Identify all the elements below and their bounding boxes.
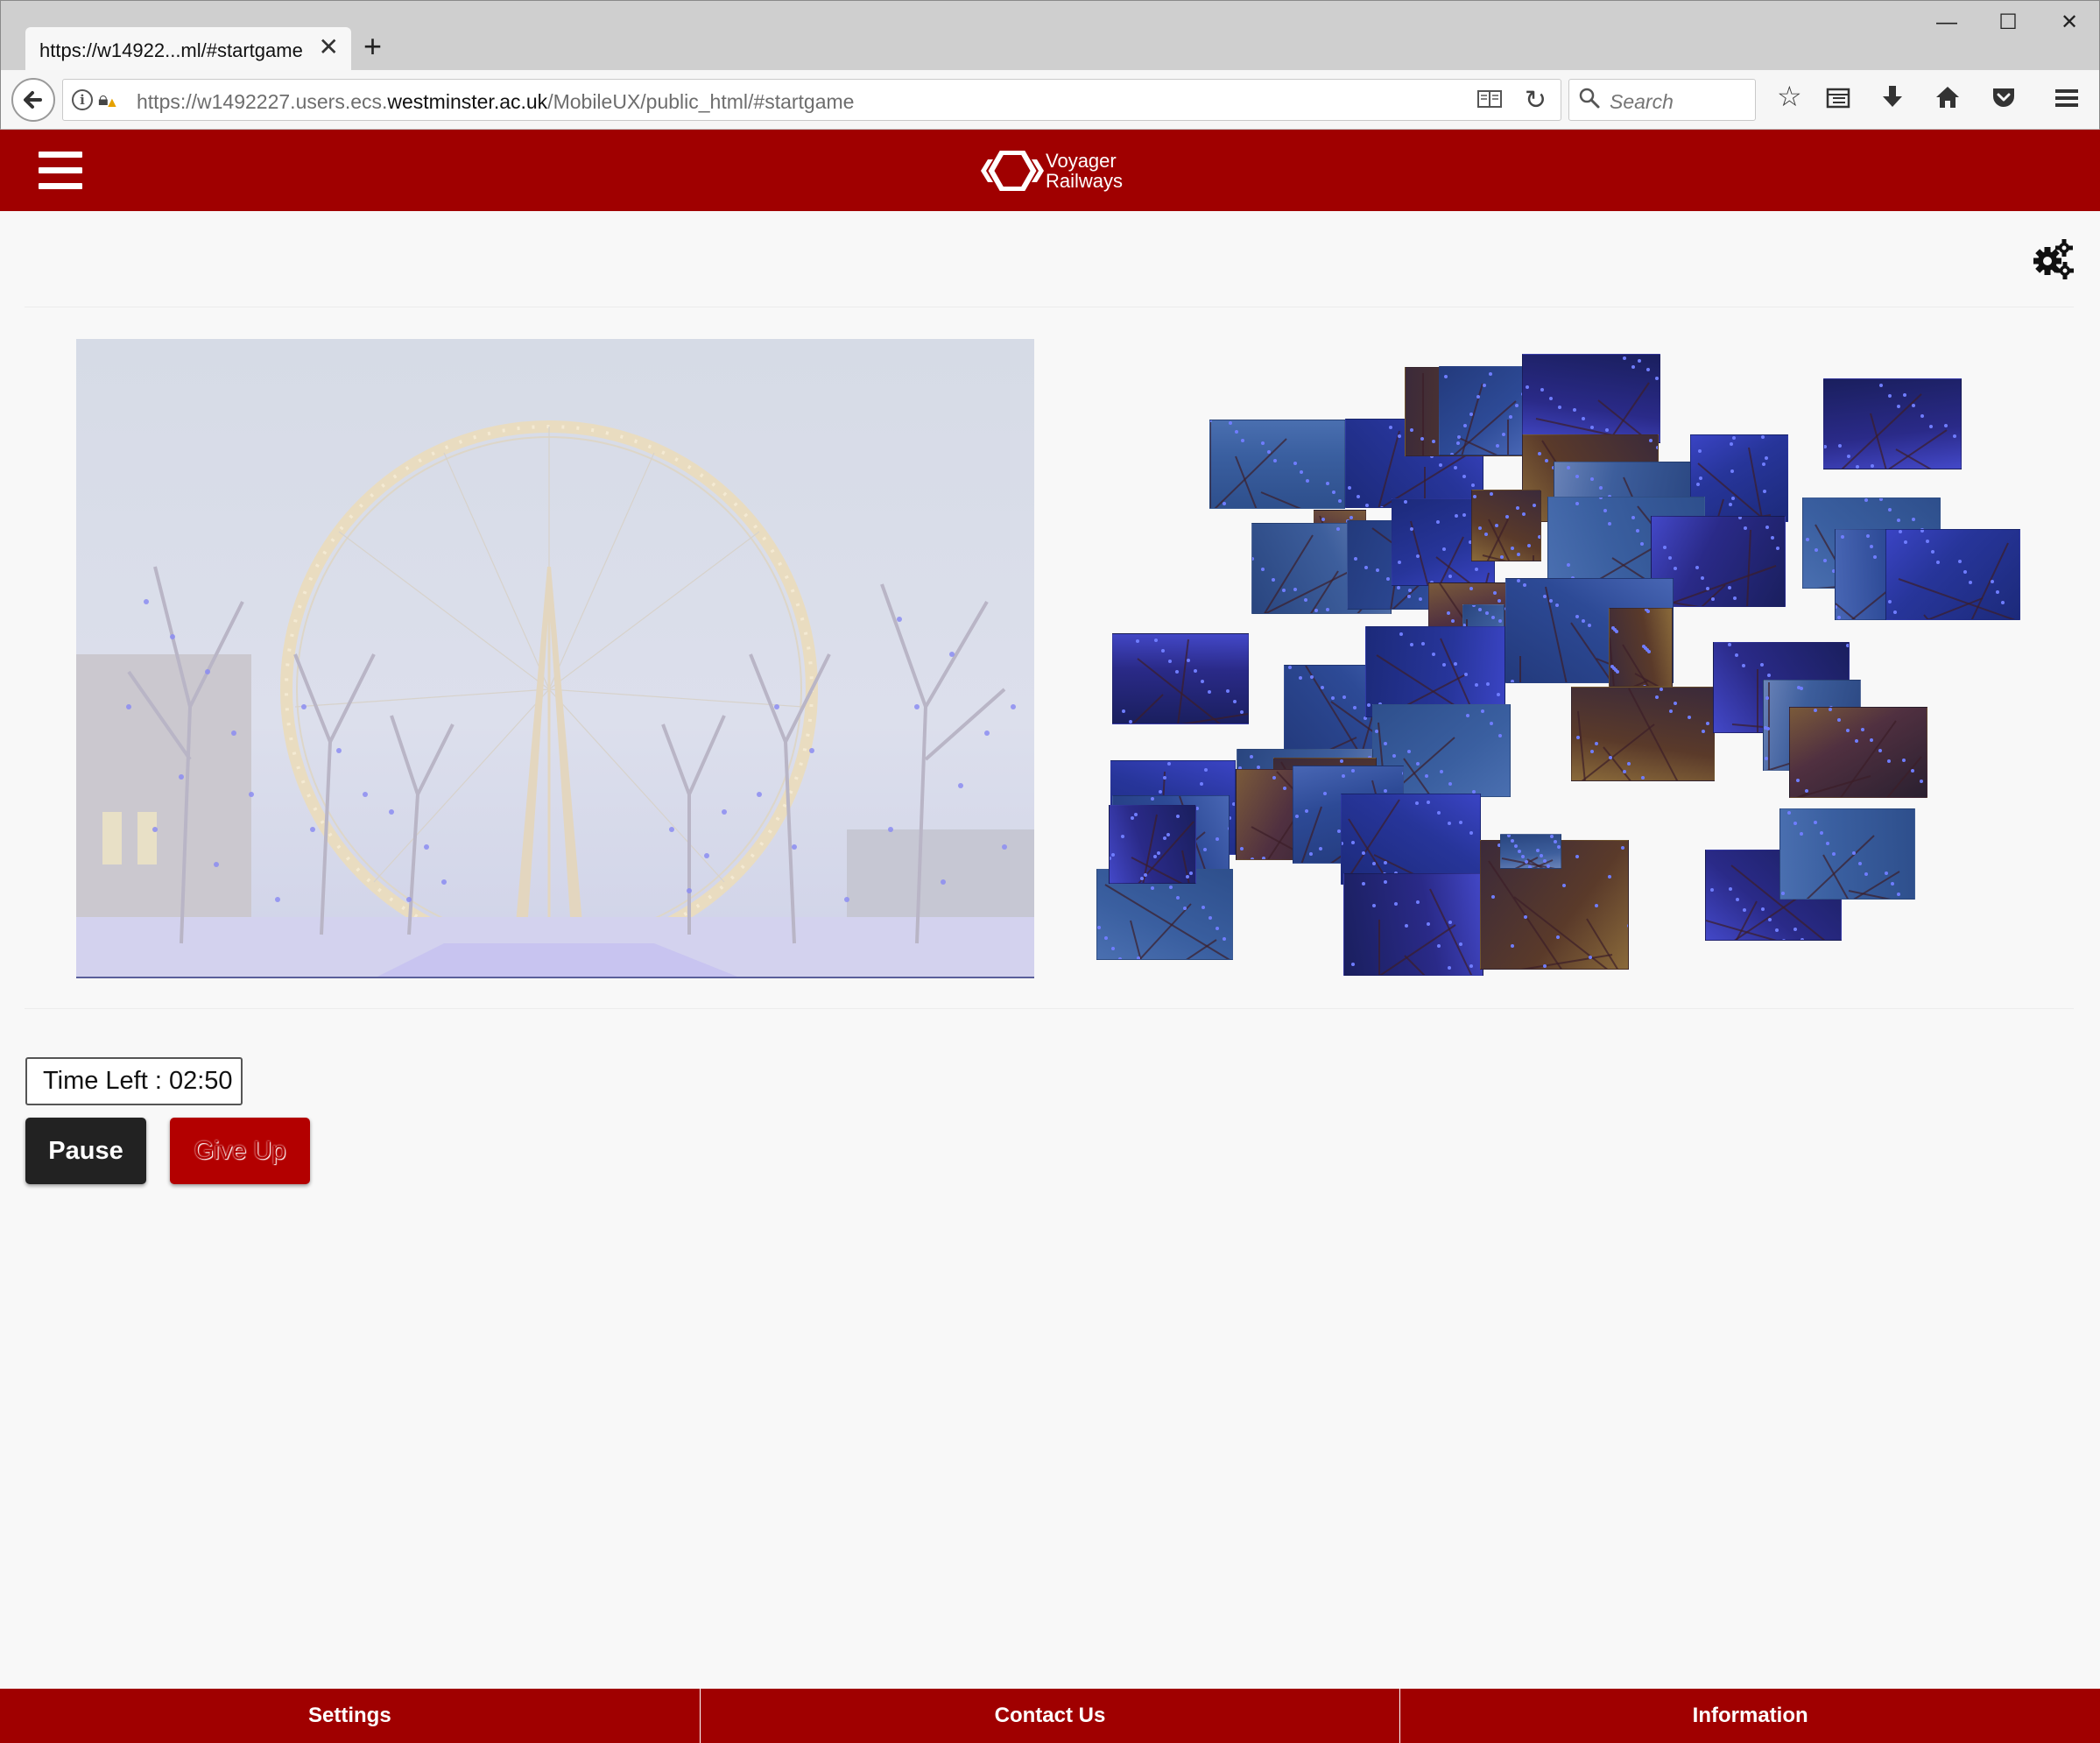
puzzle-piece[interactable] — [1439, 366, 1523, 455]
puzzle-piece[interactable] — [1609, 608, 1673, 687]
reader-view-icon[interactable] — [1476, 88, 1503, 116]
footer-information-link[interactable]: Information — [1400, 1689, 2100, 1743]
give-up-button[interactable]: Give Up — [170, 1118, 310, 1184]
download-icon[interactable] — [1880, 84, 1905, 115]
library-icon[interactable] — [1826, 86, 1850, 115]
reload-icon[interactable]: ↻ — [1525, 85, 1547, 116]
settings-gears-icon[interactable] — [2032, 238, 2074, 280]
brand-line-1: Voyager — [1046, 150, 1117, 172]
logo-mark — [981, 151, 1044, 191]
search-input[interactable] — [1610, 90, 1750, 114]
puzzle-piece[interactable] — [1885, 529, 2020, 620]
site-header: Voyager Railways — [0, 130, 2100, 211]
back-arrow-icon[interactable] — [11, 78, 55, 122]
home-icon[interactable] — [1934, 84, 1961, 115]
url-prefix: https://w1492227.users.ecs. — [137, 90, 388, 113]
puzzle-piece[interactable] — [1500, 834, 1561, 869]
puzzle-piece[interactable] — [1471, 490, 1541, 561]
url-bar[interactable]: i 🔒︎ ▲ https://w1492227.users.ecs.westmi… — [62, 79, 1561, 121]
url-text[interactable]: https://w1492227.users.ecs.westminster.a… — [137, 90, 854, 114]
site-footer: Settings Contact Us Information — [0, 1689, 2100, 1743]
puzzle-piece[interactable] — [1112, 633, 1249, 724]
info-icon[interactable]: i — [72, 89, 93, 110]
brand-line-2: Railways — [1046, 170, 1124, 192]
browser-navigation-bar: i 🔒︎ ▲ https://w1492227.users.ecs.westmi… — [0, 70, 2100, 130]
puzzle-piece[interactable] — [1571, 687, 1715, 781]
browser-tab-bar: https://w14922...ml/#startgame ✕ + — ☐ ✕ — [0, 0, 2100, 71]
puzzle-target-image — [76, 339, 1034, 978]
lock-warning-icon: ▲ — [105, 95, 119, 110]
browser-tab[interactable]: https://w14922...ml/#startgame ✕ — [25, 27, 351, 71]
footer-settings-link[interactable]: Settings — [0, 1689, 701, 1743]
new-tab-button[interactable]: + — [363, 31, 382, 62]
window-close-button[interactable]: ✕ — [2043, 10, 2096, 36]
search-bar[interactable] — [1568, 79, 1756, 121]
tab-title: https://w14922...ml/#startgame — [39, 39, 303, 61]
time-left-display: Time Left : 02:50 — [25, 1057, 243, 1105]
menu-icon[interactable] — [2054, 86, 2080, 114]
puzzle-piece[interactable] — [1779, 808, 1915, 900]
brand-name: Voyager Railways — [1046, 151, 1123, 191]
pause-button[interactable]: Pause — [25, 1118, 146, 1184]
window-maximize-button[interactable]: ☐ — [1982, 10, 2034, 36]
url-domain: westminster.ac.uk — [387, 90, 548, 113]
pocket-icon[interactable] — [1991, 84, 2017, 115]
puzzle-piece[interactable] — [1789, 707, 1927, 798]
url-suffix: /MobileUX/public_html/#startgame — [547, 90, 855, 113]
hamburger-icon[interactable] — [39, 152, 82, 190]
puzzle-piece[interactable] — [1823, 378, 1962, 469]
bookmark-star-icon[interactable]: ☆ — [1777, 82, 1802, 110]
puzzle-piece[interactable] — [1522, 354, 1660, 443]
puzzle-piece[interactable] — [1341, 794, 1481, 885]
footer-contact-link[interactable]: Contact Us — [701, 1689, 1401, 1743]
puzzle-piece[interactable] — [1109, 805, 1196, 884]
search-icon — [1578, 87, 1601, 116]
puzzle-piece[interactable] — [1343, 873, 1483, 976]
window-minimize-button[interactable]: — — [1920, 10, 1973, 36]
puzzle-piece[interactable] — [1209, 420, 1345, 509]
tab-close-icon[interactable]: ✕ — [319, 35, 339, 60]
